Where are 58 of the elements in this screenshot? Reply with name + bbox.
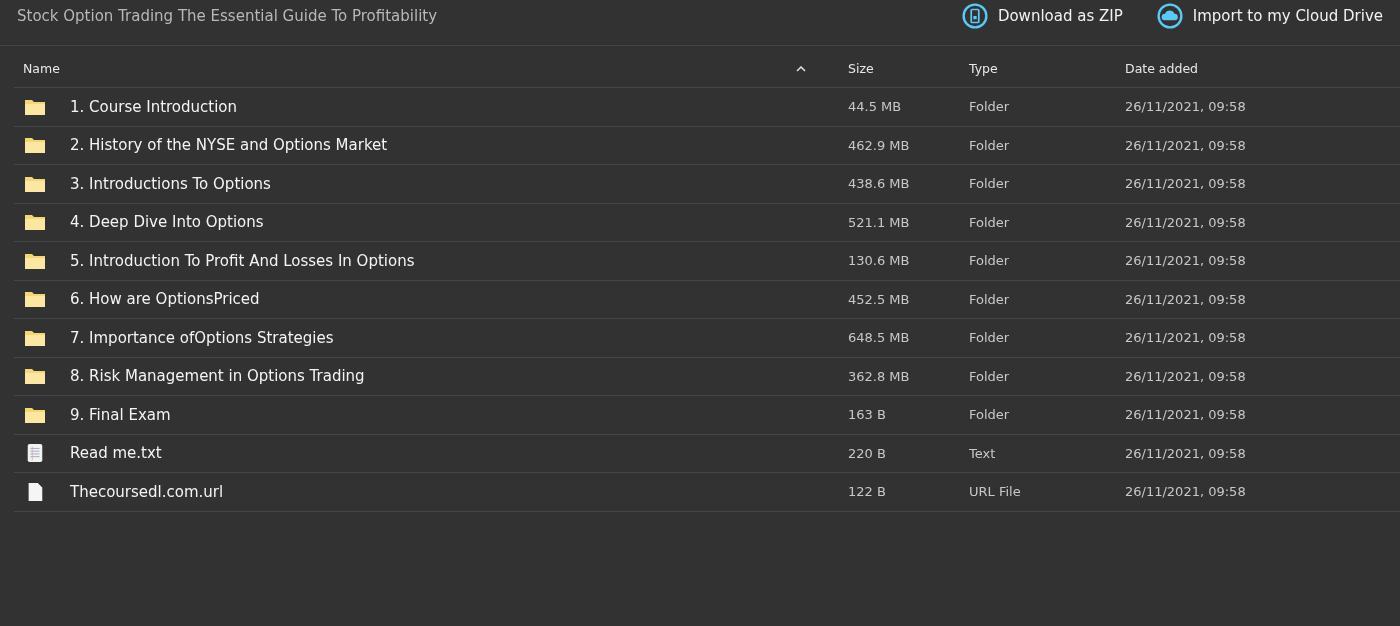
date-cell-text: 26/11/2021, 09:58 bbox=[1124, 484, 1246, 500]
size-cell-text: 44.5 MB bbox=[847, 99, 903, 115]
file-name[interactable]: 6. How are OptionsPriced bbox=[70, 290, 260, 309]
type-cell-text: Folder bbox=[968, 137, 1011, 153]
date-cell-text: 26/11/2021, 09:58 bbox=[1124, 330, 1246, 346]
file-name[interactable]: Read me.txt bbox=[70, 444, 162, 463]
date-cell-text: 26/11/2021, 09:58 bbox=[1124, 214, 1246, 230]
zip-icon bbox=[961, 2, 988, 29]
type-cell-text: Folder bbox=[968, 176, 1011, 192]
folder-icon bbox=[24, 289, 46, 310]
file-name[interactable]: 8. Risk Management in Options Trading bbox=[70, 367, 365, 386]
type-cell-text: URL File bbox=[968, 484, 1022, 500]
type-cell-text: Folder bbox=[968, 330, 1011, 346]
folder-icon bbox=[24, 212, 46, 233]
type-cell-text: Folder bbox=[968, 407, 1011, 423]
type-cell-text: Folder bbox=[968, 368, 1011, 384]
size-cell-text: 130.6 MB bbox=[847, 253, 911, 269]
column-header[interactable]: Name bbox=[14, 61, 834, 76]
size-cell-text: 122 B bbox=[847, 484, 887, 500]
date-cell-text: 26/11/2021, 09:58 bbox=[1124, 176, 1246, 192]
size-cell-text: 521.1 MB bbox=[847, 214, 911, 230]
file-name[interactable]: 4. Deep Dive Into Options bbox=[70, 213, 264, 232]
type-cell-text: Folder bbox=[968, 291, 1011, 307]
date-cell-text: 26/11/2021, 09:58 bbox=[1124, 407, 1246, 423]
file-name[interactable]: 9. Final Exam bbox=[70, 405, 171, 424]
size-cell-text: 462.9 MB bbox=[847, 137, 911, 153]
date-cell-text: 26/11/2021, 09:58 bbox=[1124, 445, 1246, 461]
date-cell-text: 26/11/2021, 09:58 bbox=[1124, 368, 1246, 384]
date-cell-text: 26/11/2021, 09:58 bbox=[1124, 137, 1246, 153]
cloud-upload-icon bbox=[1156, 2, 1183, 29]
file-name[interactable]: 2. History of the NYSE and Options Market bbox=[70, 136, 388, 155]
size-cell-text: 163 B bbox=[847, 407, 887, 423]
type-cell-text: Folder bbox=[968, 99, 1011, 115]
folder-title: Stock Option Trading The Essential Guide To Profitability bbox=[17, 6, 438, 25]
file-name[interactable]: 5. Introduction To Profit And Losses In Options bbox=[70, 251, 415, 270]
sort-caret-icon bbox=[796, 65, 806, 72]
size-cell-text: 220 B bbox=[847, 445, 887, 461]
folder-icon bbox=[24, 366, 46, 387]
column-header[interactable]: Type bbox=[955, 61, 1111, 76]
type-cell-text: Folder bbox=[968, 214, 1011, 230]
date-cell-text: 26/11/2021, 09:58 bbox=[1124, 291, 1246, 307]
size-cell-text: 362.8 MB bbox=[847, 368, 911, 384]
size-cell-text: 452.5 MB bbox=[847, 291, 911, 307]
column-header[interactable]: Date added bbox=[1111, 61, 1198, 76]
folder-icon bbox=[24, 135, 46, 156]
action-link[interactable]: Download as ZIP bbox=[961, 2, 1123, 29]
column-header[interactable]: Size bbox=[834, 61, 955, 76]
date-cell-text: 26/11/2021, 09:58 bbox=[1124, 253, 1246, 269]
type-cell-text: Text bbox=[968, 445, 997, 461]
file-name[interactable]: Thecoursedl.com.url bbox=[70, 482, 224, 501]
file-name[interactable]: 7. Importance ofOptions Strategies bbox=[70, 328, 334, 347]
date-cell-text: 26/11/2021, 09:58 bbox=[1124, 99, 1246, 115]
file-name[interactable]: 1. Course Introduction bbox=[70, 97, 238, 116]
file-name[interactable]: 3. Introductions To Options bbox=[70, 174, 271, 193]
type-cell-text: Folder bbox=[968, 253, 1011, 269]
action-link[interactable]: Import to my Cloud Drive bbox=[1156, 2, 1383, 29]
size-cell-text: 438.6 MB bbox=[847, 176, 911, 192]
size-cell-text: 648.5 MB bbox=[847, 330, 911, 346]
